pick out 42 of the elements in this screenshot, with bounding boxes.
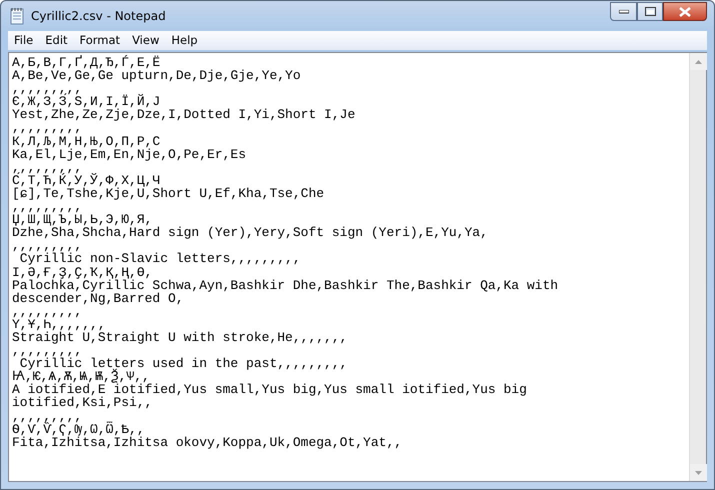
text-line: Є,Ж,З,З́,Ѕ,И,І,Ї,Й,Ј: [12, 95, 160, 108]
minimize-button[interactable]: [610, 2, 637, 21]
text-line: ,,,,,,,,,: [12, 410, 82, 423]
text-line: ,,,,,,,,,: [12, 160, 82, 174]
window-title: Cyrillic2.csv - Notepad: [31, 8, 166, 25]
text-line: A,Be,Ve,Ge,Ge upturn,De,Dje,Gje,Ye,Yo: [12, 69, 302, 82]
text-line: [ɕ],Te,Tshe,Kje,U,Short U,Ef,Kha,Tse,Che: [12, 186, 326, 200]
text-line: Palochka,Cyrillic Schwa,Ayn,Bashkir Dhe,Bashkir The,Bashkir Qa,Ka with: [12, 278, 560, 292]
text-line: Ka,El,Lje,Em,En,Nje,O,Pe,Er,Es: [12, 148, 248, 161]
text-line: Ӏ,Ә,Ғ,Ҙ,Ҫ,Ҡ,Қ,Ң,Ө,: [12, 266, 154, 279]
close-button[interactable]: [663, 2, 707, 21]
text-line: Ѳ,Ѵ,Ѷ,Ҁ,Ѹ,Ѡ,Ѿ,Ѣ,,: [12, 422, 145, 436]
text-line: descender,Ng,Barred O,: [12, 292, 184, 305]
maximize-icon: [644, 7, 656, 16]
text-line: Џ,Ш,Щ,Ъ,Ы,Ь,Э,Ю,Я,: [12, 213, 152, 226]
text-line: Ү,Ұ,Һ,,,,,,,: [12, 318, 106, 331]
text-line: A iotified,E iotified,Yus small,Yus big,Yus small iotified,Yus big: [12, 383, 528, 396]
menu-item[interactable]: Help: [165, 32, 204, 50]
text-line: К,Л,Љ,М,Н,Њ,О,П,Р,С: [12, 134, 160, 148]
text-line: ,,,,,,,,,: [12, 82, 82, 96]
text-line: Dzhe,Sha,Shcha,Hard sign (Yer),Yery,Soft sign (Yeri),E,Yu,Ya,: [12, 226, 489, 240]
text-line: А,Б,В,Г,Ґ,Д,Ђ,Ѓ,Е,Ё: [12, 56, 160, 70]
text-line: ,,,,,,,,,: [12, 344, 83, 358]
menu-item[interactable]: Format: [74, 32, 126, 50]
text-line: С́,Т,Ћ,Ќ,У,Ў,Ф,Х,Ц,Ч: [12, 174, 160, 187]
text-line: Straight U,Straight U with stroke,He,,,,,,,: [12, 330, 348, 344]
text-line: ,,,,,,,,,: [12, 304, 82, 318]
minimize-icon: [618, 10, 628, 14]
notepad-icon: [9, 7, 25, 25]
close-icon: [679, 6, 691, 16]
text-line: ,,,,,,,,,: [12, 121, 82, 135]
text-line: Ꙗ,Ѥ,Ѧ,Ѫ,Ѩ,Ѭ,Ѯ,Ѱ,,: [12, 370, 150, 384]
maximize-button[interactable]: [637, 2, 663, 21]
text-line: Fita,Izhitsa,Izhitsa okovy,Koppa,Uk,Omega,Ot,Yat,,: [12, 436, 404, 449]
menu-item[interactable]: Edit: [39, 32, 74, 50]
menu-item[interactable]: File: [8, 32, 40, 50]
text-line: ,,,,,,,,,: [12, 239, 82, 252]
text-line: Cyrillic non-Slavic letters,,,,,,,,,: [20, 252, 302, 266]
menu-item[interactable]: View: [126, 32, 166, 50]
text-line: ,,,,,,,,,: [12, 200, 82, 214]
text-line: iotified,Ksi,Psi,,: [12, 396, 152, 410]
text-line: Yest,Zhe,Ze,Zje,Dze,I,Dotted I,Yi,Short I,Je: [12, 108, 356, 122]
